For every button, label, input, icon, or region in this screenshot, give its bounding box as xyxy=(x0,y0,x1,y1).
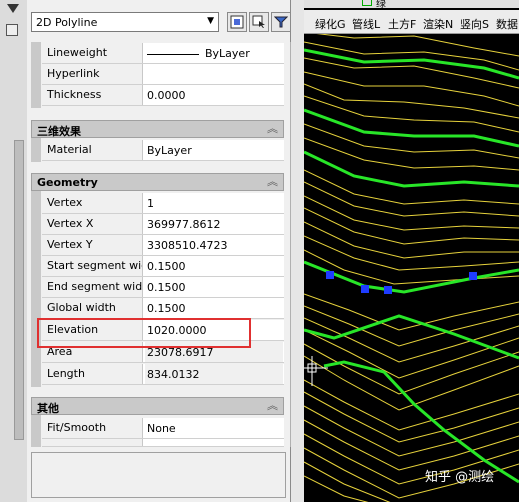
auto-hide-icon[interactable] xyxy=(6,24,18,36)
property-name: Material xyxy=(42,140,143,160)
property-value[interactable]: None xyxy=(145,418,283,438)
property-value[interactable]: 369977.8612 xyxy=(145,214,283,234)
yellow-contours xyxy=(304,31,519,502)
select-objects-button[interactable] xyxy=(227,12,247,32)
property-name: Fit/Smooth xyxy=(42,418,143,438)
collapse-section-icon[interactable]: ︽ xyxy=(267,173,278,189)
group-margin xyxy=(31,415,41,447)
filter-button[interactable] xyxy=(271,12,291,32)
property-name: Global width xyxy=(42,298,143,318)
collapse-icon[interactable] xyxy=(7,4,19,13)
row-vertex-y[interactable]: Vertex Y 3308510.4723 xyxy=(42,235,284,256)
row-fit-smooth[interactable]: Fit/Smooth None xyxy=(42,418,284,439)
filter-icon xyxy=(274,16,288,28)
object-type-value: 2D Polyline xyxy=(36,16,98,29)
palette-strip xyxy=(0,0,28,502)
cad-menu-bar: 绿化G 管线L 土方F 渲染N 竖向S 数据 xyxy=(304,10,519,34)
section-3d-effects[interactable]: 三维效果 ︽ xyxy=(31,120,284,138)
section-title: 其他 xyxy=(37,402,59,415)
contour-drawing xyxy=(304,31,519,502)
watermark-text: 知乎 @测绘 xyxy=(425,470,495,485)
property-value: 834.0132 xyxy=(145,364,283,384)
property-value[interactable] xyxy=(145,64,283,84)
chevron-down-icon[interactable]: ▼ xyxy=(207,16,214,26)
row-length: Length 834.0132 xyxy=(42,364,284,385)
property-value[interactable]: 0.1500 xyxy=(145,277,283,297)
property-name: Vertex X xyxy=(42,214,143,234)
row-vertex[interactable]: Vertex 1 xyxy=(42,193,284,214)
lineweight-value: ByLayer xyxy=(205,47,250,60)
property-name: Thickness xyxy=(42,85,143,105)
layer-label: 绿 xyxy=(376,0,386,10)
row-start-segment-width[interactable]: Start segment wid... 0.1500 xyxy=(42,256,284,277)
property-value[interactable]: ByLayer xyxy=(145,43,283,63)
menu-item-vertical[interactable]: 竖向S xyxy=(460,16,489,32)
section-geometry[interactable]: Geometry ︽ xyxy=(31,173,284,191)
property-value[interactable]: 0.0000 xyxy=(145,85,283,105)
drawing-canvas[interactable]: 知乎 @测绘 xyxy=(304,0,519,502)
menu-item-greening[interactable]: 绿化G xyxy=(315,16,346,32)
row-lineweight[interactable]: Lineweight ByLayer xyxy=(42,43,284,64)
row-material[interactable]: Material ByLayer xyxy=(42,140,284,161)
property-name: End segment width xyxy=(42,277,143,297)
property-value[interactable]: 0.1500 xyxy=(145,256,283,276)
description-area xyxy=(31,452,286,498)
section-misc[interactable]: 其他 ︽ xyxy=(31,397,284,415)
layer-bar: 绿 xyxy=(304,0,519,10)
properties-panel: 2D Polyline ▼ Lineweight ByLayer Hyperli… xyxy=(27,0,306,502)
group-margin xyxy=(31,191,41,387)
property-name: Lineweight xyxy=(42,43,143,63)
property-name xyxy=(42,439,143,446)
menu-item-data[interactable]: 数据 xyxy=(496,16,518,32)
palette-scrollbar[interactable] xyxy=(14,140,24,440)
lineweight-sample xyxy=(147,53,199,55)
row-thickness[interactable]: Thickness 0.0000 xyxy=(42,85,284,106)
property-name: Start segment wid... xyxy=(42,256,143,276)
property-value[interactable]: 3308510.4723 xyxy=(145,235,283,255)
row-hyperlink[interactable]: Hyperlink xyxy=(42,64,284,85)
quick-select-button[interactable] xyxy=(249,12,269,32)
group-margin xyxy=(31,138,41,162)
layer-color-icon xyxy=(362,0,372,6)
property-value[interactable]: 1 xyxy=(145,193,283,213)
object-type-dropdown[interactable]: 2D Polyline ▼ xyxy=(31,12,219,32)
quick-select-icon xyxy=(252,15,265,28)
property-value[interactable]: 0.1500 xyxy=(145,298,283,318)
property-value[interactable]: ByLayer xyxy=(145,140,283,160)
row-partial xyxy=(42,439,284,447)
elevation-highlight-box xyxy=(37,318,251,348)
row-vertex-x[interactable]: Vertex X 369977.8612 xyxy=(42,214,284,235)
property-name: Vertex Y xyxy=(42,235,143,255)
property-name: Vertex xyxy=(42,193,143,213)
menu-item-pipeline[interactable]: 管线L xyxy=(352,16,380,32)
group-margin xyxy=(31,42,41,108)
menu-item-earthwork[interactable]: 土方F xyxy=(388,16,416,32)
select-objects-icon xyxy=(230,15,244,29)
row-global-width[interactable]: Global width 0.1500 xyxy=(42,298,284,319)
menu-item-render[interactable]: 渲染N xyxy=(423,16,453,32)
window-gap xyxy=(291,0,304,502)
property-name: Hyperlink xyxy=(42,64,143,84)
row-end-segment-width[interactable]: End segment width 0.1500 xyxy=(42,277,284,298)
section-title: 三维效果 xyxy=(37,125,81,138)
collapse-section-icon[interactable]: ︽ xyxy=(267,397,278,413)
property-name: Length xyxy=(42,364,143,384)
section-title: Geometry xyxy=(37,176,98,189)
collapse-section-icon[interactable]: ︽ xyxy=(267,120,278,136)
